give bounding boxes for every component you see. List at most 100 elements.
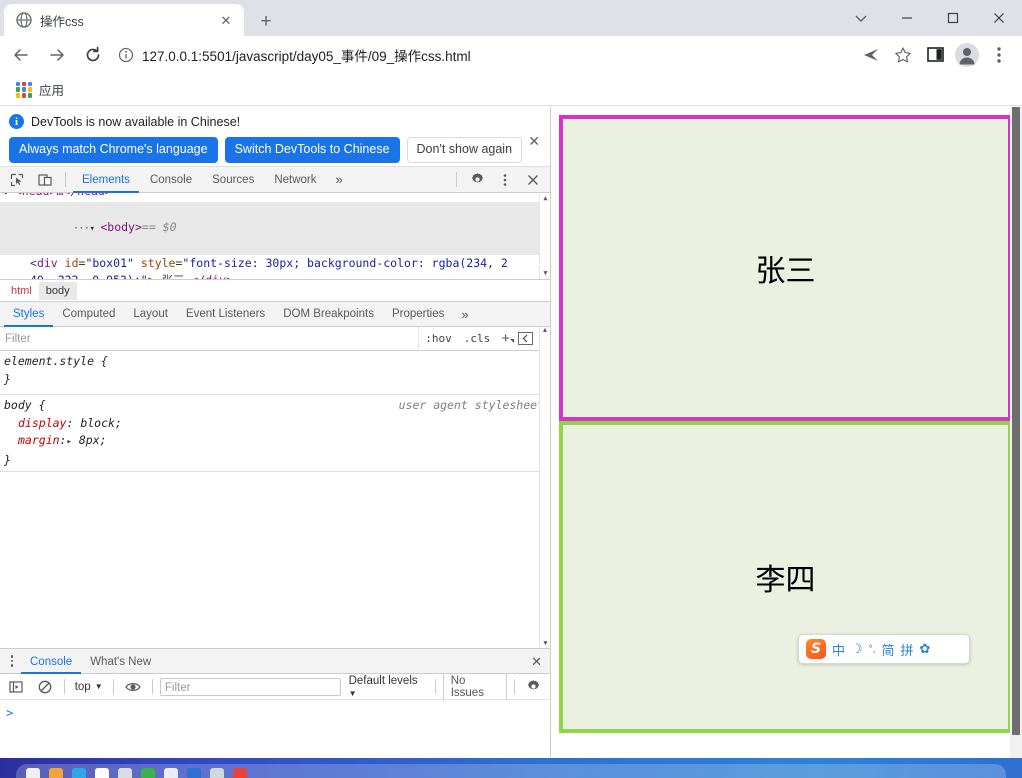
tab-console[interactable]: Console [141,167,201,193]
minimize-button[interactable] [884,0,930,36]
taskbar-app[interactable] [233,768,247,778]
taskbar-app[interactable] [187,768,201,778]
tab-sources[interactable]: Sources [203,167,263,193]
new-style-rule-button[interactable]: + [496,330,515,347]
dom-line-body[interactable]: ···▾ <body>== $0 [0,202,550,255]
clear-console-icon[interactable] [32,675,56,699]
punctuation-icon[interactable]: °, [869,644,876,655]
drawer-tab-whats-new[interactable]: What's New [81,649,160,674]
tab-search-button[interactable] [838,0,884,36]
sogou-logo-icon[interactable]: S [806,639,826,659]
page-scrollbar-thumb[interactable] [1012,107,1020,735]
css-rule-element-style[interactable]: element.style { } [0,351,550,390]
dom-tree[interactable]: ▸ <head>…</head> ···▾ <body>== $0 <div i… [0,193,550,280]
taskbar-app[interactable] [72,768,86,778]
toggle-sidepanel-icon[interactable] [518,332,533,345]
hov-toggle-button[interactable]: :hov [419,332,458,345]
tabs-overflow-icon[interactable]: » [328,172,351,187]
styles-scroll-down-icon[interactable]: ▼ [540,637,550,648]
bookmark-apps[interactable]: 应用 [10,77,70,102]
tab-dom-breakpoints[interactable]: DOM Breakpoints [274,302,383,327]
taskbar-app[interactable] [26,768,40,778]
switch-to-chinese-button[interactable]: Switch DevTools to Chinese [224,137,400,163]
gear-icon[interactable] [464,168,490,192]
maximize-button[interactable] [930,0,976,36]
profile-icon[interactable] [952,40,982,70]
always-match-language-button[interactable]: Always match Chrome's language [9,137,218,163]
page-box02[interactable]: 李四 [559,421,1012,733]
close-devtools-icon[interactable] [520,168,546,192]
tab-properties[interactable]: Properties [383,302,453,327]
drawer-kebab-menu-icon[interactable] [3,650,21,672]
breadcrumb-item-body[interactable]: body [38,281,77,300]
moon-icon[interactable]: ☽ [851,641,863,657]
taskbar-app[interactable] [49,768,63,778]
tab-computed[interactable]: Computed [53,302,124,327]
cls-toggle-button[interactable]: .cls [458,332,497,345]
sogou-ime-bar[interactable]: S 中 ☽ °, 简 拼 ✿ [798,634,970,664]
console-filter-input[interactable]: Filter [159,677,341,696]
taskbar-app[interactable] [164,768,178,778]
expand-caret-icon[interactable]: ···▾ [73,224,100,234]
console-settings-gear-icon[interactable] [522,675,546,699]
breadcrumb-item-html[interactable]: html [4,282,39,300]
console-sidebar-icon[interactable] [4,675,28,699]
drawer-close-icon[interactable]: ✕ [531,654,542,670]
taskbar-app[interactable] [210,768,224,778]
styles-tabs-overflow-icon[interactable]: » [453,307,476,322]
console-prompt[interactable]: > [6,706,13,720]
forward-button[interactable] [42,40,72,70]
pinyin-icon[interactable]: 拼 [900,640,913,659]
taskbar-app[interactable] [141,768,155,778]
back-button[interactable] [6,40,36,70]
tab-elements[interactable]: Elements [73,167,139,193]
tab-layout[interactable]: Layout [124,302,177,327]
taskbar-app[interactable] [95,768,109,778]
info-circle-icon[interactable] [118,47,134,63]
drawer-tab-console[interactable]: Console [21,649,81,674]
simplified-icon[interactable]: 简 [881,640,894,659]
chinese-mode-icon[interactable]: 中 [832,640,845,659]
tab-close-button[interactable]: ✕ [216,10,236,30]
tab-network[interactable]: Network [265,167,325,193]
scroll-down-icon[interactable]: ▼ [540,268,550,279]
close-window-button[interactable] [976,0,1022,36]
styles-filter-input[interactable]: Filter [0,333,418,345]
infobar-close-icon[interactable]: ✕ [528,134,540,148]
no-issues-button[interactable]: No Issues [442,671,507,702]
sidepanel-icon[interactable] [920,40,950,70]
dom-tree-scrollbar[interactable]: ▲ ▼ [539,193,550,279]
console-levels-selector[interactable]: Default levels ▼ [345,675,428,699]
styles-pane-scrollbar[interactable]: ▼ [539,351,550,648]
kebab-menu-icon[interactable] [492,168,518,192]
scroll-up-icon[interactable]: ▲ [540,193,550,204]
page-scrollbar[interactable] [1010,107,1022,758]
console-output[interactable]: > [0,700,550,758]
dont-show-again-button[interactable]: Don't show again [406,137,523,163]
css-declaration-display[interactable]: display: block; [4,415,550,433]
new-tab-button[interactable]: + [252,8,280,34]
tab-event-listeners[interactable]: Event Listeners [177,302,274,327]
device-toolbar-icon[interactable] [32,168,58,192]
styles-scrollbar-top[interactable]: ▲ [539,326,550,351]
styles-pane[interactable]: element.style { } body { user agent styl… [0,351,550,648]
star-icon[interactable] [888,40,918,70]
inspect-element-icon[interactable] [4,168,30,192]
dom-line-head[interactable]: ▸ <head>…</head> [0,193,550,202]
page-box01[interactable]: 张三 [559,115,1012,421]
css-declaration-margin[interactable]: margin:▸ 8px; [4,432,550,452]
address-bar[interactable]: 127.0.0.1:5501/javascript/day05_事件/09_操作… [118,41,848,69]
taskbar-app[interactable] [118,768,132,778]
console-context-selector[interactable]: top ▼ [72,681,106,693]
tab-styles[interactable]: Styles [4,302,53,327]
breadcrumb: html body [0,280,550,302]
dom-line-div1[interactable]: <div id="box01" style="font-size: 30px; … [0,255,550,272]
menu-icon[interactable] [984,40,1014,70]
reload-button[interactable] [78,40,108,70]
css-rule-body[interactable]: body { user agent stylesheet display: bl… [0,394,550,472]
dom-line-div1-wrap[interactable]: 40, 222, 0.953);"> 张三 </div> [0,272,550,279]
browser-tab[interactable]: 操作css ✕ [4,4,244,36]
live-expression-icon[interactable] [121,675,145,699]
send-icon[interactable] [856,40,886,70]
ime-settings-icon[interactable]: ✿ [919,641,930,657]
